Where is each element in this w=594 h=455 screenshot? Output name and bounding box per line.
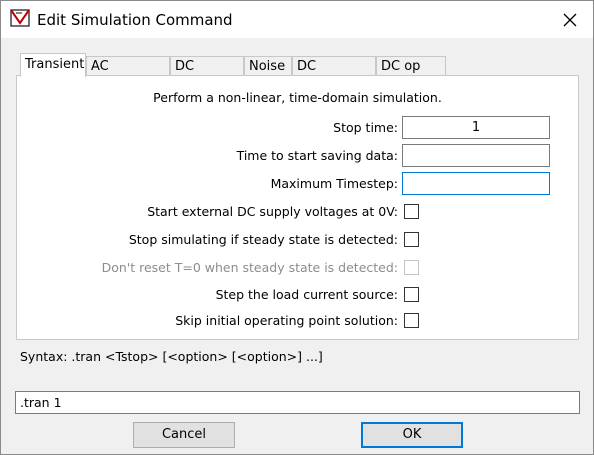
option-label-stop-steady-state: Stop simulating if steady state is detec…	[128, 232, 398, 247]
checkbox-dont-reset-t0	[404, 260, 419, 275]
title-bar: Edit Simulation Command	[1, 1, 593, 38]
cancel-button[interactable]: Cancel	[133, 422, 235, 448]
tab-dc-transfer[interactable]: DC Transfer	[292, 56, 376, 93]
tab-noise[interactable]: Noise	[244, 56, 292, 75]
close-icon	[563, 13, 577, 26]
tab-dc-sweep[interactable]: DC sweep	[170, 56, 244, 93]
tab-dc-op-pnt[interactable]: DC op pnt	[376, 56, 446, 93]
dialog-window: Edit Simulation Command Transient AC Ana…	[0, 0, 594, 455]
tab-transient[interactable]: Transient	[20, 53, 86, 77]
checkbox-stop-steady-state[interactable]	[404, 232, 419, 247]
panel-description: Perform a non-linear, time-domain simula…	[153, 90, 442, 105]
ok-button[interactable]: OK	[361, 422, 463, 448]
stop-time-input[interactable]: 1	[402, 116, 550, 139]
start-saving-label: Time to start saving data:	[236, 148, 398, 163]
transient-panel: Perform a non-linear, time-domain simula…	[16, 75, 579, 340]
checkbox-skip-initial-op[interactable]	[404, 313, 419, 328]
max-timestep-input[interactable]	[402, 172, 550, 195]
window-title: Edit Simulation Command	[37, 11, 233, 29]
command-input[interactable]: .tran 1	[15, 391, 580, 414]
option-label-step-load-current: Step the load current source:	[215, 287, 398, 302]
tab-ac-analysis[interactable]: AC Analysis	[86, 56, 170, 93]
ltspice-app-icon	[10, 9, 32, 29]
syntax-hint: Syntax: .tran <Tstop> [<option> [<option…	[20, 349, 323, 364]
option-label-dont-reset-t0: Don't reset T=0 when steady state is det…	[101, 260, 398, 275]
start-saving-input[interactable]	[402, 144, 550, 167]
max-timestep-label: Maximum Timestep:	[270, 176, 398, 191]
close-button[interactable]	[547, 1, 593, 38]
checkbox-step-load-current[interactable]	[404, 287, 419, 302]
checkbox-start-dc-at-0v[interactable]	[404, 204, 419, 219]
stop-time-label: Stop time:	[333, 120, 398, 135]
option-label-start-dc-at-0v: Start external DC supply voltages at 0V:	[147, 204, 398, 219]
option-label-skip-initial-op: Skip initial operating point solution:	[175, 313, 398, 328]
